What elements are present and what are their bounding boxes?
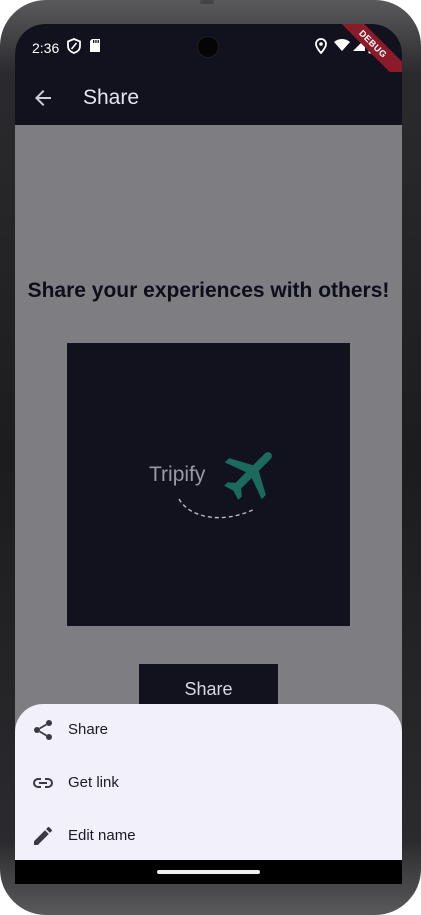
dashed-flight-path xyxy=(178,498,256,519)
sheet-item-label: Share xyxy=(68,721,109,738)
hardware-button xyxy=(200,0,214,4)
logo-text: Tripify xyxy=(149,463,206,486)
sheet-item-label: Get link xyxy=(68,774,119,791)
pencil-icon xyxy=(31,824,55,848)
location-icon xyxy=(315,38,327,59)
sheet-item-share[interactable]: Share xyxy=(15,704,402,757)
sheet-item-label: Edit name xyxy=(68,827,136,844)
app-bar: Share xyxy=(15,72,402,125)
status-time: 2:36 xyxy=(32,40,60,56)
share-icon xyxy=(31,718,55,742)
front-camera xyxy=(197,36,219,58)
sd-card-icon xyxy=(89,38,101,58)
back-arrow-icon[interactable] xyxy=(31,86,55,110)
shield-icon xyxy=(67,38,81,59)
tripify-logo: Tripify xyxy=(67,343,350,626)
page-title: Share xyxy=(83,86,140,109)
home-indicator[interactable] xyxy=(157,870,260,874)
share-headline: Share your experiences with others! xyxy=(27,279,390,302)
phone-frame: 2:36 DEBUG Share Share your experiences … xyxy=(0,0,421,915)
wifi-icon xyxy=(334,38,350,57)
sheet-item-edit-name[interactable]: Edit name xyxy=(15,810,402,863)
gesture-nav-bar xyxy=(15,860,402,884)
screen: 2:36 DEBUG Share Share your experiences … xyxy=(15,24,402,884)
status-bar: 2:36 DEBUG xyxy=(15,24,402,89)
share-bottom-sheet: Share Get link Edit name xyxy=(15,704,402,884)
link-icon xyxy=(31,771,55,795)
sheet-item-get-link[interactable]: Get link xyxy=(15,757,402,810)
